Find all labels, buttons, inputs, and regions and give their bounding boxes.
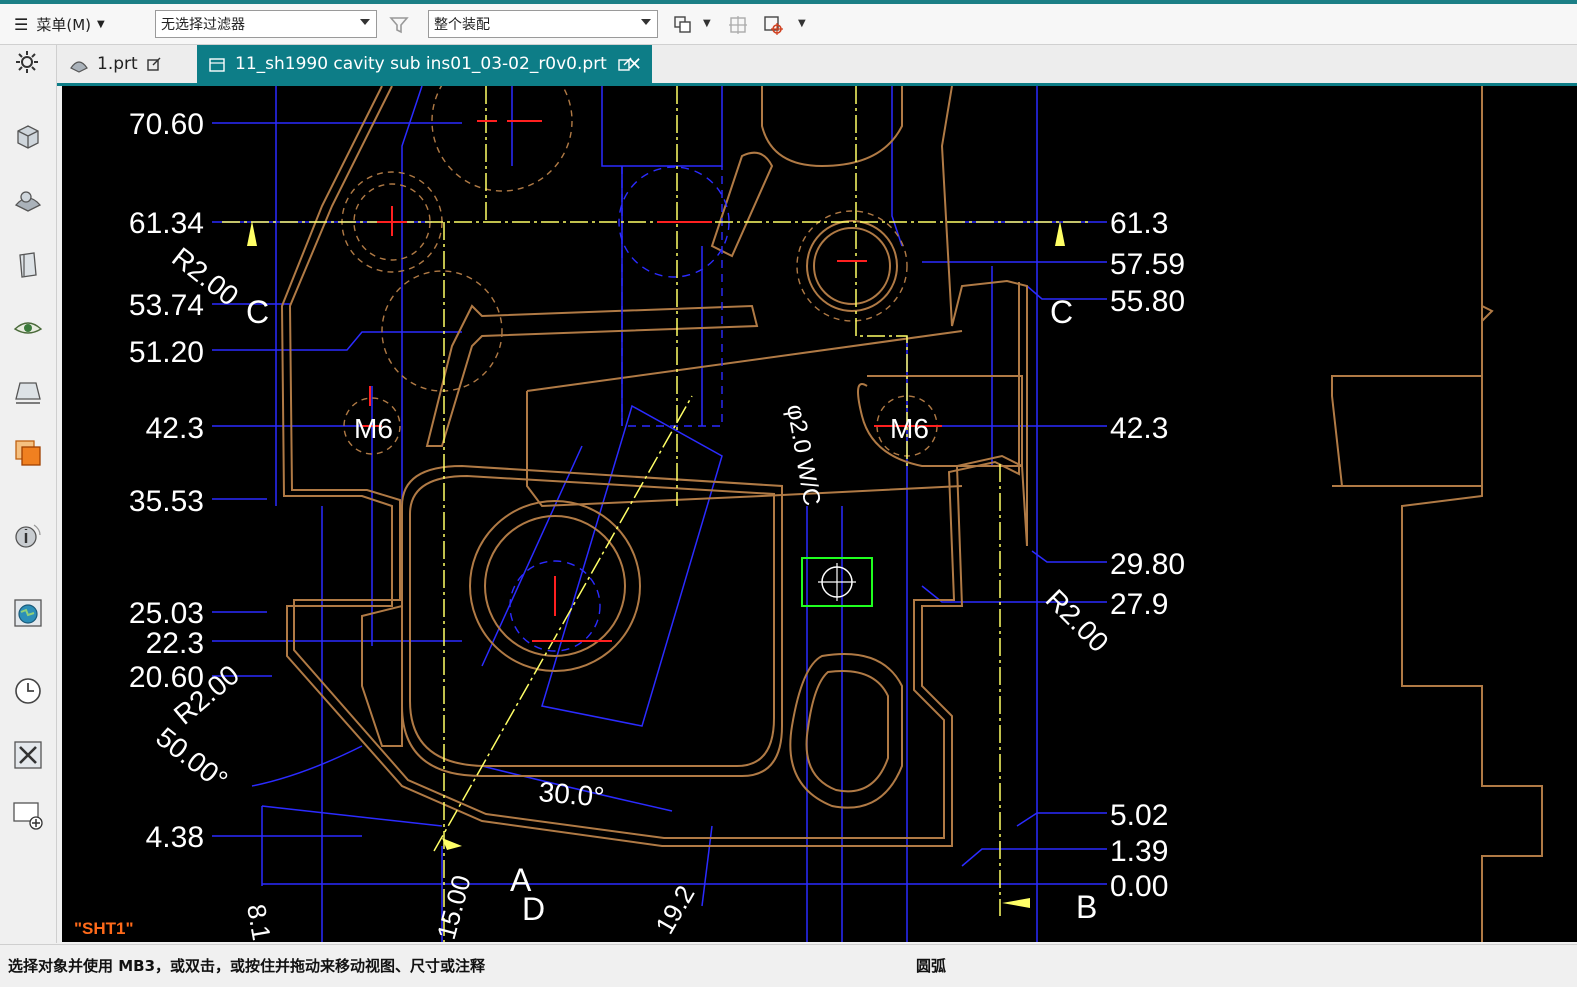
- reuse-library-icon[interactable]: [12, 249, 44, 281]
- status-selection: 圆弧: [916, 957, 947, 975]
- resource-bar: [0, 45, 57, 943]
- dim-42-3[interactable]: 42.3: [146, 412, 204, 445]
- thread-label-right[interactable]: M6: [890, 413, 929, 444]
- section-arrows: [247, 221, 1065, 908]
- section-label-d[interactable]: D: [522, 891, 545, 927]
- eye-icon[interactable]: [12, 313, 44, 345]
- dim-51-20[interactable]: 51.20: [129, 336, 204, 369]
- top-toolbar: ☰ 菜单(M) ▼ 无选择过滤器 整个装配 ▼ ▼: [0, 4, 1577, 45]
- sheet-name: "SHT1": [74, 919, 134, 938]
- section-label-c-left[interactable]: C: [246, 294, 269, 330]
- drawing-file-icon: [209, 58, 225, 72]
- snap-point-icon[interactable]: [727, 14, 749, 36]
- thread-label-left[interactable]: M6: [354, 413, 393, 444]
- chevron-down-icon: [641, 19, 651, 25]
- right-dimension-labels: 61.3 57.59 55.80 42.3 29.80 27.9 5.02 1.…: [1110, 207, 1185, 903]
- center-marks: [362, 120, 942, 642]
- dim-57-59[interactable]: 57.59: [1110, 248, 1185, 281]
- part-geometry: [280, 86, 1543, 942]
- graphics-window[interactable]: 70.60 61.34 53.74 51.20 42.3 35.53 25.03…: [62, 86, 1577, 942]
- dim-15-00[interactable]: 15.00: [431, 872, 477, 942]
- tools-icon[interactable]: [12, 739, 44, 771]
- chevron-down-icon[interactable]: ▼: [798, 18, 806, 29]
- section-label-c-right[interactable]: C: [1050, 294, 1073, 330]
- hidden-blue-geometry: [509, 166, 730, 652]
- angle-label-50[interactable]: 50.00°: [150, 721, 233, 795]
- hidden-geometry: [341, 86, 938, 457]
- tab-label: 1.prt: [97, 54, 138, 74]
- dim-22-3[interactable]: 22.3: [146, 627, 204, 660]
- dim-61-34[interactable]: 61.34: [129, 207, 204, 240]
- dim-42-3-right[interactable]: 42.3: [1110, 412, 1168, 445]
- angle-label-30[interactable]: 30.0°: [537, 776, 605, 813]
- select-components-icon[interactable]: [672, 14, 694, 36]
- menu-button[interactable]: ☰ 菜单(M) ▼: [14, 12, 105, 36]
- point-on-curve-icon[interactable]: [762, 14, 784, 36]
- selected-hole[interactable]: [801, 557, 873, 607]
- info-icon[interactable]: [12, 519, 44, 551]
- document-tab-bar: 1.prt 11_sh1990 cavity sub ins01_03-02_r…: [57, 45, 1577, 83]
- history-clock-icon[interactable]: [12, 675, 44, 707]
- dim-53-74[interactable]: 53.74: [129, 289, 204, 322]
- selection-filter-select[interactable]: 无选择过滤器: [155, 10, 377, 38]
- tab-cavity-sub-ins[interactable]: 11_sh1990 cavity sub ins01_03-02_r0v0.pr…: [197, 45, 652, 83]
- assembly-scope-select[interactable]: 整个装配: [428, 10, 658, 38]
- part-navigator-icon[interactable]: [12, 185, 44, 217]
- hole-callout[interactable]: φ2.0 W/C: [781, 402, 825, 507]
- add-view-icon[interactable]: [12, 799, 44, 831]
- dim-29-80[interactable]: 29.80: [1110, 548, 1185, 581]
- dim-5-02[interactable]: 5.02: [1110, 799, 1168, 832]
- dim-25-03[interactable]: 25.03: [129, 597, 204, 630]
- section-label-b[interactable]: B: [1076, 889, 1097, 925]
- filter-icon[interactable]: [388, 14, 410, 36]
- assembly-scope-value: 整个装配: [434, 17, 490, 33]
- dim-27-9[interactable]: 27.9: [1110, 588, 1168, 621]
- dimension-lines: [212, 86, 1107, 942]
- assembly-navigator-icon[interactable]: [12, 121, 44, 153]
- chevron-down-icon[interactable]: ▼: [703, 18, 711, 29]
- drawing-template-icon[interactable]: [12, 375, 44, 407]
- close-icon[interactable]: ✕: [627, 54, 642, 75]
- dim-1-39[interactable]: 1.39: [1110, 835, 1168, 868]
- chevron-down-icon: [360, 19, 370, 25]
- chevron-down-icon: ▼: [97, 18, 105, 30]
- centerlines: [222, 86, 1092, 942]
- dim-35-53[interactable]: 35.53: [129, 485, 204, 518]
- layer-icon[interactable]: [12, 437, 44, 469]
- radius-label-right[interactable]: R2.00: [1040, 583, 1115, 658]
- drawing-sheet[interactable]: 70.60 61.34 53.74 51.20 42.3 35.53 25.03…: [62, 86, 1577, 942]
- tab-label: 11_sh1990 cavity sub ins01_03-02_r0v0.pr…: [235, 54, 607, 74]
- dim-19-2[interactable]: 19.2: [649, 880, 700, 939]
- status-prompt: 选择对象并使用 MB3，或双击，或按住并拖动来移动视图、尺寸或注释: [8, 957, 486, 975]
- dim-70-60[interactable]: 70.60: [129, 108, 204, 141]
- tab-1-prt[interactable]: 1.prt: [57, 45, 197, 83]
- selection-filter-value: 无选择过滤器: [161, 17, 245, 33]
- dim-4-38[interactable]: 4.38: [146, 821, 204, 854]
- hamburger-icon: ☰: [14, 14, 29, 34]
- status-bar: 选择对象并使用 MB3，或双击，或按住并拖动来移动视图、尺寸或注释 圆弧: [0, 944, 1577, 987]
- gear-icon[interactable]: [14, 49, 40, 75]
- menu-label: 菜单(M): [36, 15, 91, 34]
- modified-icon: [146, 57, 161, 71]
- web-browser-icon[interactable]: [12, 597, 44, 629]
- dim-0-00[interactable]: 0.00: [1110, 870, 1168, 903]
- dim-61-3[interactable]: 61.3: [1110, 207, 1168, 240]
- dim-8-1[interactable]: 8.1: [241, 902, 277, 942]
- part-file-icon: [70, 61, 88, 73]
- dim-55-80[interactable]: 55.80: [1110, 285, 1185, 318]
